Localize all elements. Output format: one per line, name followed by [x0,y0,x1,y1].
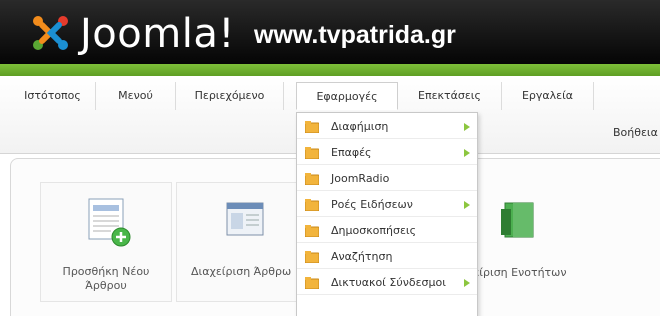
menu-item-menus[interactable]: Μενού [96,82,176,110]
dropdown-item-label: JoomRadio [331,172,390,185]
section-manager-icon [501,202,534,238]
dropdown-item-weblinks[interactable]: Δικτυακοί Σύνδεσμοι [297,271,477,295]
dropdown-item-contacts[interactable]: Επαφές [297,141,477,165]
folder-icon [305,251,319,263]
folder-icon [305,121,319,133]
article-manager-icon [226,202,264,236]
folder-icon [305,225,319,237]
tile-add-article[interactable]: Προσθήκη Νέου Άρθρου [40,182,172,302]
tile-article-manager[interactable]: Διαχείριση Άρθρω [176,182,308,302]
folder-icon [305,173,319,185]
submenu-arrow-icon [464,201,470,209]
dropdown-item-label: Αναζήτηση [331,250,393,263]
tile-add-article-label-1: Προσθήκη Νέου [62,265,150,278]
header-green-strip [0,64,660,76]
brand-name: Joomla! [80,11,235,57]
tile-add-article-label-2: Άρθρου [85,279,127,292]
add-article-icon [88,198,131,247]
site-url: www.tvpatrida.gr [254,21,456,49]
tile-section-manager-label: ιαχείριση Ενοτήτων [456,266,567,279]
menu-item-site[interactable]: Ιστότοπος [10,82,96,110]
dropdown-item-search[interactable]: Αναζήτηση [297,245,477,269]
dropdown-item-newsfeeds[interactable]: Ροές Ειδήσεων [297,193,477,217]
dropdown-item-label: Διαφήμιση [331,120,389,133]
menu-item-tools[interactable]: Εργαλεία [502,82,594,110]
folder-icon [305,147,319,159]
dropdown-item-polls[interactable]: Δημοσκοπήσεις [297,219,477,243]
dropdown-item-label: Επαφές [331,146,372,159]
menu-item-help[interactable]: Βοήθεια [613,126,658,139]
dropdown-item-label: Δικτυακοί Σύνδεσμοι [331,276,446,289]
menu-item-content[interactable]: Περιεχόμενο [176,82,284,110]
components-dropdown: Διαφήμιση Επαφές JoomRadio Ροές Ειδήσεων… [296,112,478,316]
dropdown-item-joomradio[interactable]: JoomRadio [297,167,477,191]
folder-icon [305,199,319,211]
dropdown-item-label: Δημοσκοπήσεις [331,224,417,237]
menu-item-extensions[interactable]: Επεκτάσεις [398,82,502,110]
admin-page: Joomla! www.tvpatrida.gr Ιστότοπος Μενού… [0,0,660,316]
submenu-arrow-icon [464,123,470,131]
menu-item-components[interactable]: Εφαρμογές [296,82,398,110]
submenu-arrow-icon [464,149,470,157]
dropdown-item-label: Ροές Ειδήσεων [331,198,413,211]
joomla-logo-icon [33,16,68,50]
dropdown-item-banners[interactable]: Διαφήμιση [297,115,477,139]
submenu-arrow-icon [464,279,470,287]
folder-icon [305,277,319,289]
